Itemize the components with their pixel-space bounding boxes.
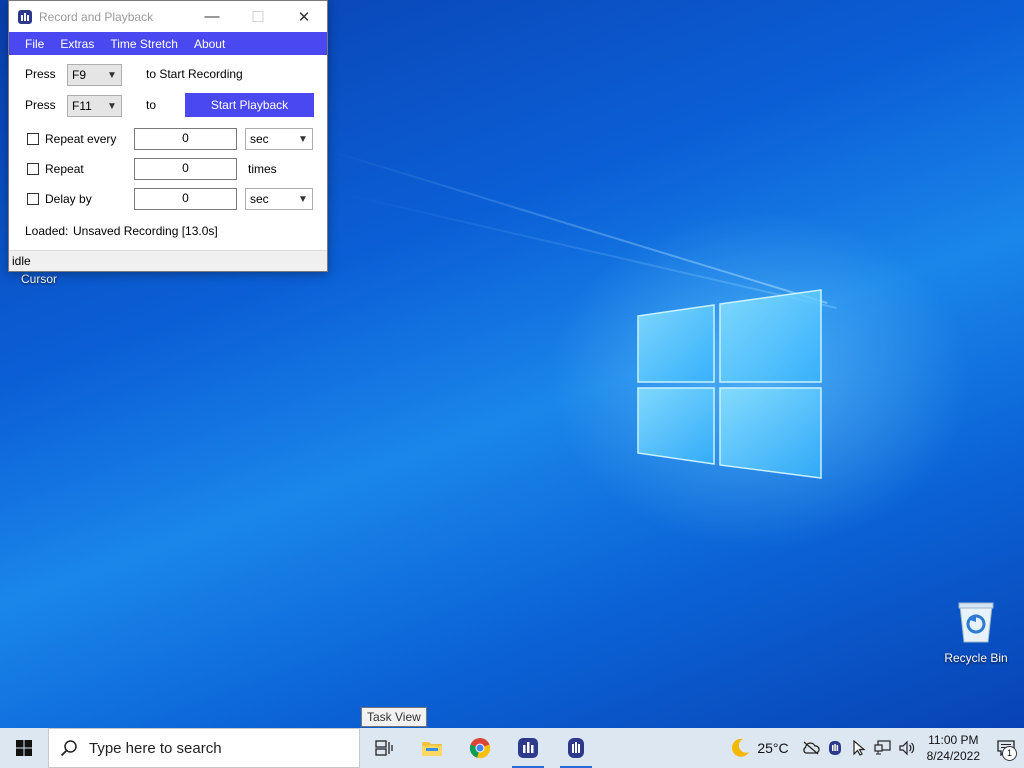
repeat-input[interactable]: 0	[134, 158, 237, 180]
to-label: to	[146, 98, 157, 112]
taskbar: Type here to search 25°C 11:00 PM 8/24/2…	[0, 728, 1024, 768]
light-beam	[329, 150, 828, 304]
chevron-down-icon: ▼	[298, 133, 308, 145]
record-row: Press F9 ▼ to Start Recording	[9, 63, 327, 87]
repeat-every-input[interactable]: 0	[134, 128, 237, 150]
menu-extras[interactable]: Extras	[52, 37, 102, 51]
app-icon	[568, 738, 584, 758]
record-playback-app-icon	[518, 738, 538, 758]
taskbar-search-box[interactable]: Type here to search	[48, 728, 360, 768]
title-bar[interactable]: Record and Playback — ☐ ✕	[9, 1, 327, 32]
record-playback-taskbar-button[interactable]	[504, 728, 552, 768]
recycle-bin-icon[interactable]: Recycle Bin	[944, 600, 1008, 665]
chevron-down-icon: ▼	[298, 193, 308, 205]
task-view-button[interactable]	[360, 728, 408, 768]
menu-about[interactable]: About	[186, 37, 233, 51]
file-explorer-button[interactable]	[408, 728, 456, 768]
weather-widget[interactable]: 25°C	[729, 737, 789, 759]
clock[interactable]: 11:00 PM 8/24/2022	[919, 732, 988, 764]
repeat-label: Repeat	[45, 162, 84, 176]
notification-center-button[interactable]: 1	[988, 728, 1024, 768]
clock-date: 8/24/2022	[926, 749, 980, 763]
repeat-every-unit-select[interactable]: sec ▼	[245, 128, 313, 150]
start-button[interactable]	[0, 728, 48, 768]
app-icon	[18, 9, 32, 24]
cloud-offline-icon[interactable]	[799, 728, 823, 768]
press-label: Press	[25, 67, 56, 81]
delay-row: Delay by 0 sec ▼	[9, 188, 327, 212]
chrome-icon	[469, 738, 491, 759]
repeat-every-label: Repeat every	[45, 132, 117, 146]
start-playback-button[interactable]: Start Playback	[185, 93, 314, 117]
app-taskbar-button[interactable]	[552, 728, 600, 768]
maximize-button: ☐	[251, 8, 265, 26]
record-hotkey-select[interactable]: F9 ▼	[67, 64, 122, 86]
close-button[interactable]: ✕	[281, 1, 327, 32]
cursor-tray-icon[interactable]	[847, 728, 871, 768]
clock-time: 11:00 PM	[928, 733, 979, 747]
delay-label: Delay by	[45, 192, 92, 206]
temperature: 25°C	[757, 740, 789, 756]
delay-input[interactable]: 0	[134, 188, 237, 210]
task-view-icon	[375, 740, 393, 756]
repeat-every-checkbox[interactable]	[27, 133, 39, 145]
menu-bar: File Extras Time Stretch About	[9, 32, 327, 55]
delay-unit-select[interactable]: sec ▼	[245, 188, 313, 210]
repeat-row: Repeat 0 times	[9, 158, 327, 182]
delay-unit-value: sec	[250, 192, 269, 206]
recycle-bin-icon	[958, 602, 994, 643]
desktop-icon-cursor-label[interactable]: Cursor	[21, 272, 57, 286]
repeat-unit-label: times	[248, 162, 277, 176]
network-icon[interactable]	[871, 728, 895, 768]
menu-file[interactable]: File	[17, 37, 52, 51]
playback-row: Press F11 ▼ to Start Playback	[9, 93, 327, 119]
record-playback-tray-icon[interactable]	[823, 728, 847, 768]
record-suffix-label: to Start Recording	[146, 67, 243, 81]
delay-checkbox[interactable]	[27, 193, 39, 205]
status-bar: idle	[9, 250, 327, 271]
loaded-label: Loaded:	[25, 224, 69, 238]
moon-icon	[732, 738, 750, 757]
loaded-row: Loaded: Unsaved Recording [13.0s]	[9, 224, 327, 242]
repeat-every-row: Repeat every 0 sec ▼	[9, 128, 327, 152]
record-hotkey-value: F9	[72, 68, 87, 82]
minimize-button[interactable]: —	[189, 1, 235, 32]
repeat-every-unit-value: sec	[250, 132, 269, 146]
record-playback-window: Record and Playback — ☐ ✕ File Extras Ti…	[8, 0, 328, 272]
task-view-tooltip: Task View	[361, 707, 427, 727]
chevron-down-icon: ▼	[107, 100, 117, 112]
repeat-checkbox[interactable]	[27, 163, 39, 175]
window-title: Record and Playback	[39, 9, 154, 24]
press-label: Press	[25, 98, 56, 112]
playback-hotkey-select[interactable]: F11 ▼	[67, 95, 122, 117]
notification-count-badge: 1	[1002, 746, 1017, 761]
chevron-down-icon: ▼	[107, 69, 117, 81]
recycle-bin-label: Recycle Bin	[944, 651, 1008, 665]
folder-icon	[422, 742, 442, 756]
loaded-recording-value: Unsaved Recording [13.0s]	[73, 224, 218, 238]
search-placeholder: Type here to search	[89, 739, 222, 757]
menu-time-stretch[interactable]: Time Stretch	[102, 37, 186, 51]
windows-start-icon	[16, 740, 32, 756]
playback-hotkey-value: F11	[72, 99, 92, 113]
search-icon	[49, 739, 89, 757]
windows-logo-wallpaper	[637, 289, 822, 479]
volume-icon[interactable]	[895, 728, 919, 768]
system-tray: 25°C 11:00 PM 8/24/2022 1	[729, 728, 1024, 768]
chrome-button[interactable]	[456, 728, 504, 768]
